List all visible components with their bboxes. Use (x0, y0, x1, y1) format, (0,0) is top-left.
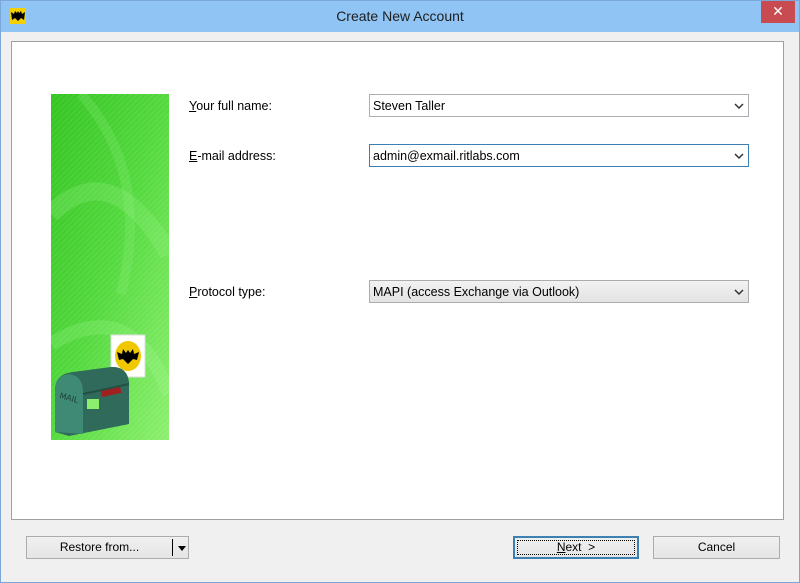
close-icon: ✕ (772, 4, 784, 20)
restore-from-split-button[interactable]: Restore from... (26, 536, 189, 559)
chevron-down-icon[interactable] (733, 286, 745, 298)
email-label: E-mail address: (189, 149, 276, 163)
dialog-client: MAIL Your full name: Steven Taller E-mai… (8, 32, 794, 577)
email-value[interactable]: admin@exmail.ritlabs.com (373, 149, 520, 163)
window-title: Create New Account (336, 8, 464, 24)
focus-rectangle (517, 540, 635, 555)
email-combobox[interactable]: admin@exmail.ritlabs.com (369, 144, 749, 167)
next-button[interactable]: Next > (513, 536, 639, 559)
protocol-value: MAPI (access Exchange via Outlook) (373, 285, 580, 299)
chevron-down-icon[interactable] (733, 150, 745, 162)
close-button[interactable]: ✕ (761, 1, 795, 23)
full-name-combobox[interactable]: Steven Taller (369, 94, 749, 117)
full-name-label: Your full name: (189, 99, 272, 113)
protocol-label: Protocol type: (189, 285, 266, 299)
restore-from-label[interactable]: Restore from... (27, 537, 172, 558)
split-divider (172, 539, 173, 556)
title-bar[interactable]: Create New Account ✕ (1, 1, 799, 32)
protocol-select[interactable]: MAPI (access Exchange via Outlook) (369, 280, 749, 303)
chevron-down-icon[interactable] (733, 100, 745, 112)
mailbox-icon: MAIL (55, 366, 130, 436)
dropdown-arrow-icon[interactable] (177, 543, 187, 553)
mailbox-banner: MAIL (51, 94, 169, 440)
content-panel: MAIL Your full name: Steven Taller E-mai… (11, 41, 784, 520)
full-name-value[interactable]: Steven Taller (373, 99, 445, 113)
cancel-button[interactable]: Cancel (653, 536, 780, 559)
dialog-window: Create New Account ✕ MAIL Your full name… (0, 0, 800, 583)
